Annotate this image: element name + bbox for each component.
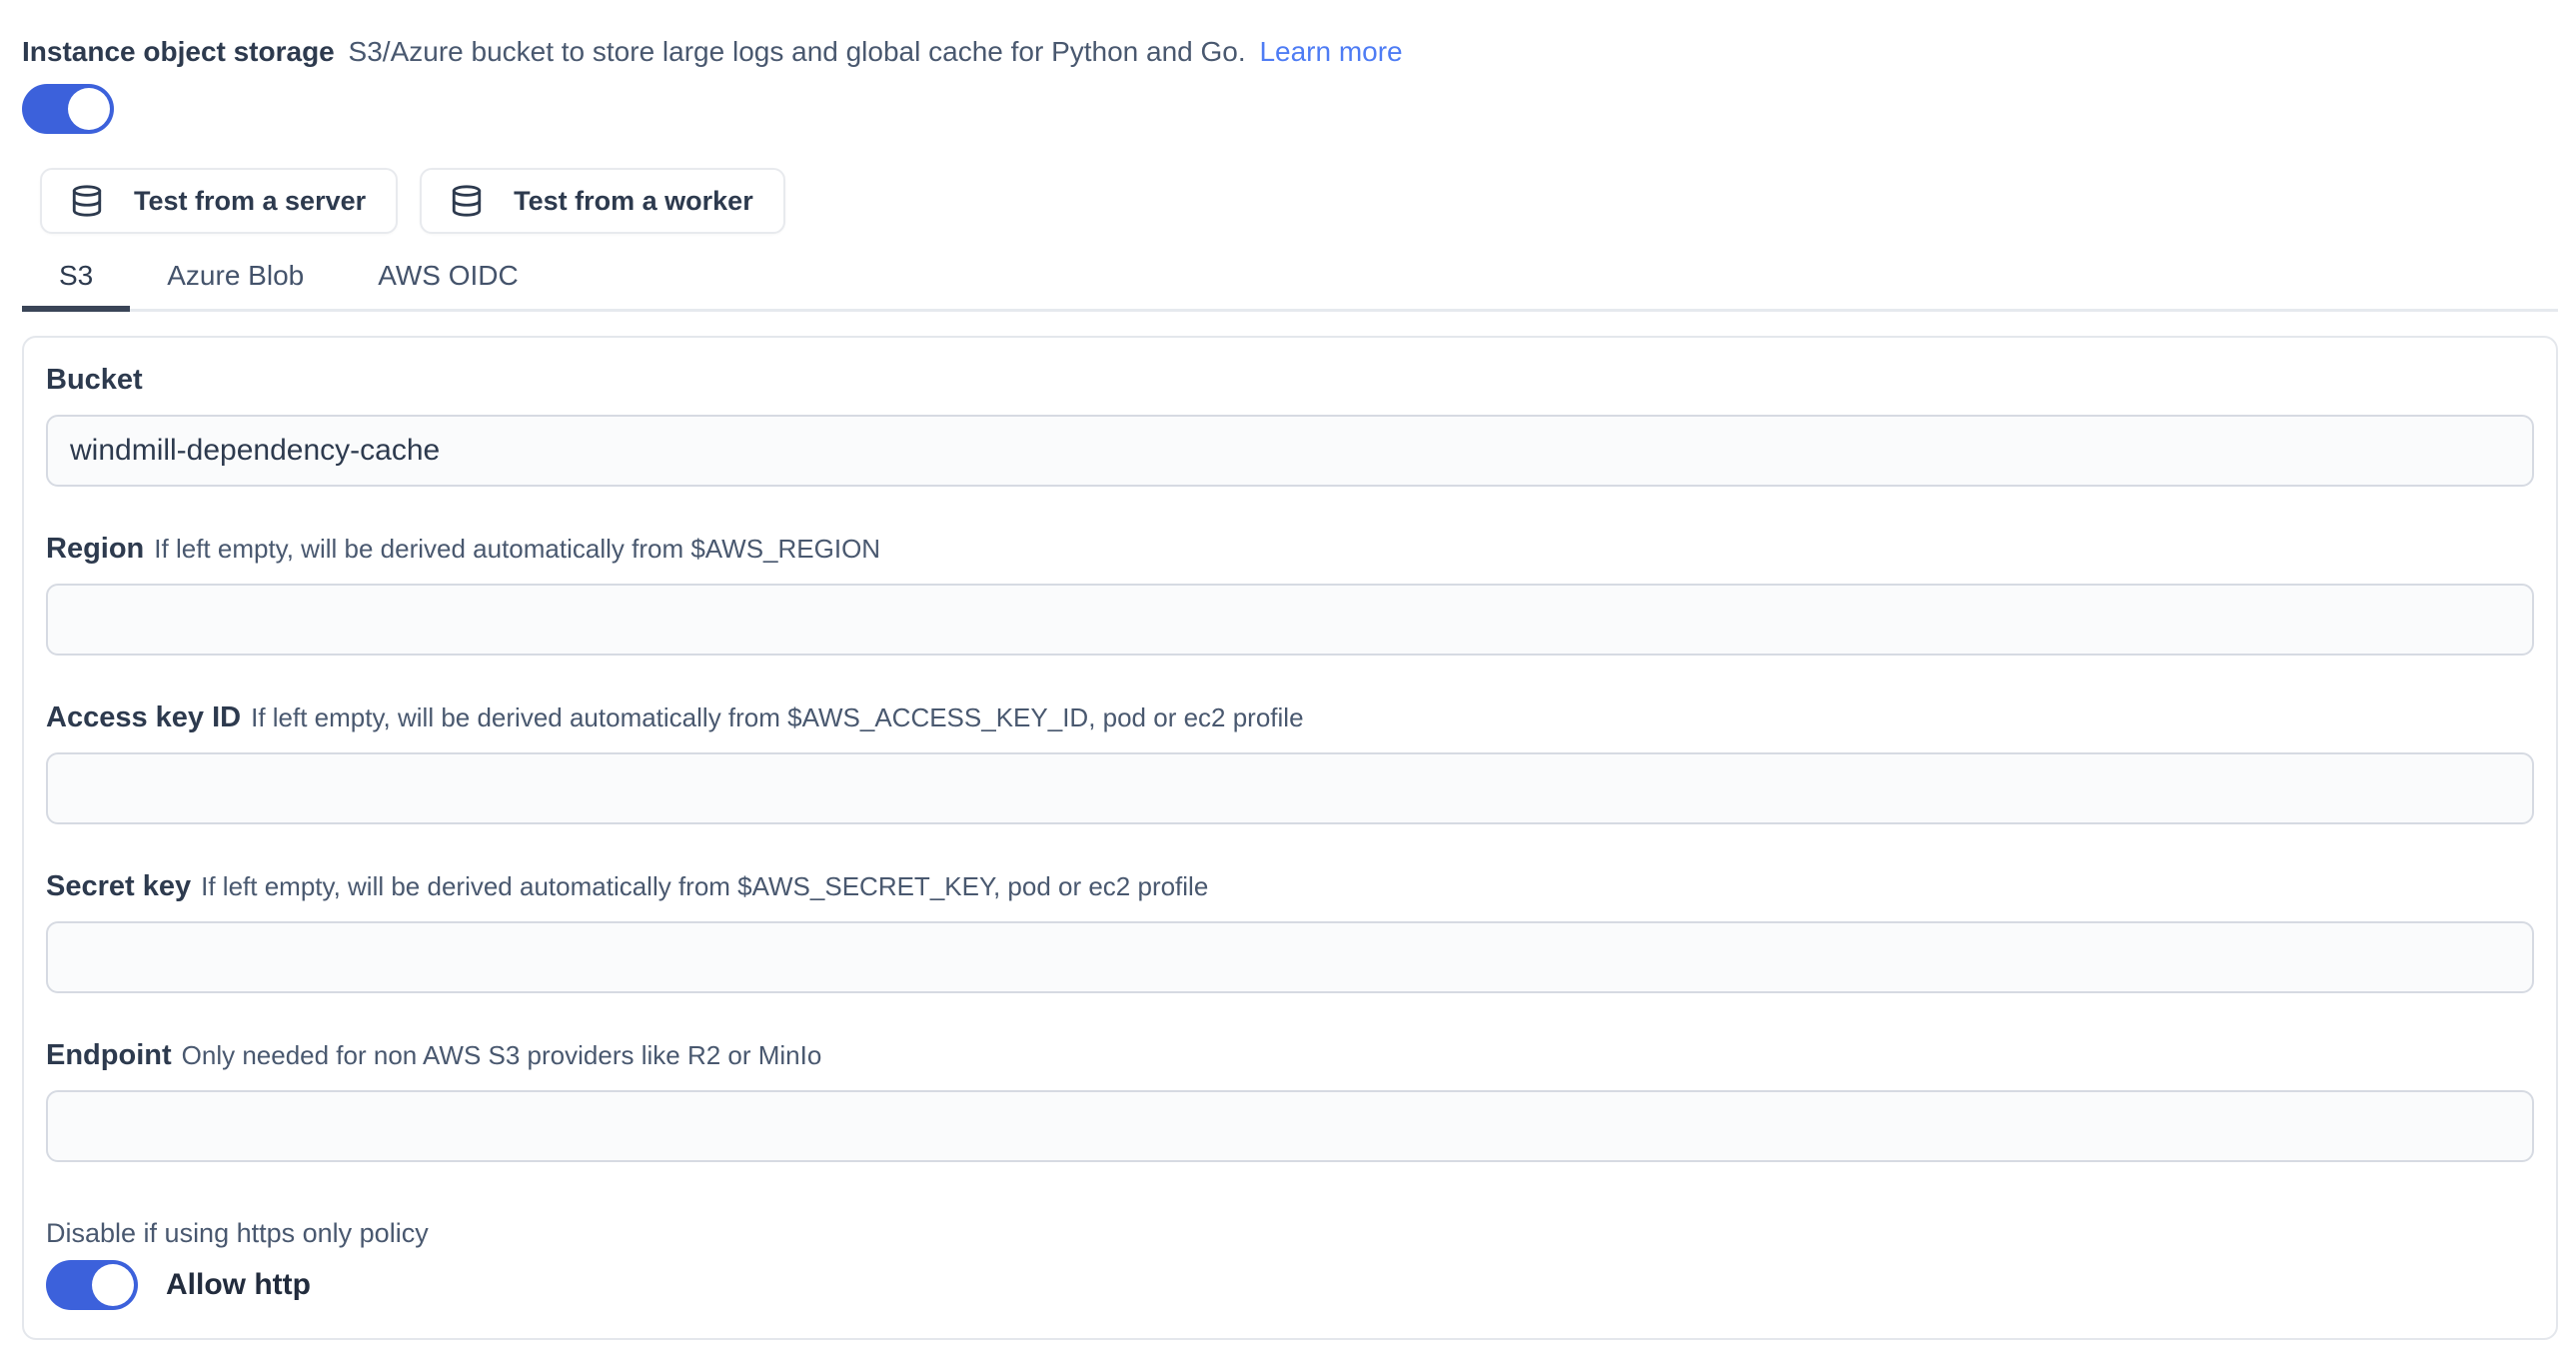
region-hint: If left empty, will be derived automatic… <box>154 534 880 564</box>
learn-more-link[interactable]: Learn more <box>1259 36 1402 67</box>
page-description: S3/Azure bucket to store large logs and … <box>349 36 1246 67</box>
test-from-server-label: Test from a server <box>134 186 366 217</box>
test-from-server-button[interactable]: Test from a server <box>40 168 398 234</box>
access-key-id-input[interactable] <box>46 752 2534 824</box>
bucket-field: Bucket <box>46 362 2534 487</box>
endpoint-input[interactable] <box>46 1090 2534 1162</box>
secret-key-input[interactable] <box>46 921 2534 993</box>
allow-http-label: Allow http <box>166 1268 311 1302</box>
allow-http-toggle[interactable] <box>46 1260 138 1310</box>
access-key-id-field: Access key ID If left empty, will be deri… <box>46 699 2534 824</box>
toggle-knob <box>68 88 110 130</box>
tab-s3[interactable]: S3 <box>22 248 130 312</box>
region-input[interactable] <box>46 584 2534 656</box>
bucket-label: Bucket <box>46 364 143 396</box>
tab-azure-blob[interactable]: Azure Blob <box>130 248 341 312</box>
header: Instance object storage S3/Azure bucket … <box>22 34 2558 70</box>
secret-key-hint: If left empty, will be derived automatic… <box>201 871 1208 901</box>
bucket-input[interactable] <box>46 415 2534 487</box>
secret-key-label: Secret key <box>46 870 191 902</box>
database-icon <box>450 184 484 218</box>
instance-object-storage-settings: Instance object storage S3/Azure bucket … <box>0 0 2576 1340</box>
storage-type-tabs: S3 Azure Blob AWS OIDC <box>22 248 2558 312</box>
region-field: Region If left empty, will be derived aut… <box>46 531 2534 656</box>
allow-http-section: Disable if using https only policy Allow… <box>46 1216 2534 1310</box>
test-buttons-row: Test from a server Test from a worker <box>40 168 2558 234</box>
database-icon <box>70 184 104 218</box>
tab-aws-oidc[interactable]: AWS OIDC <box>341 248 556 312</box>
region-label: Region <box>46 533 144 565</box>
test-from-worker-label: Test from a worker <box>514 186 753 217</box>
s3-settings-card: Bucket Region If left empty, will be deri… <box>22 336 2558 1340</box>
endpoint-field: Endpoint Only needed for non AWS S3 provi… <box>46 1037 2534 1162</box>
endpoint-label: Endpoint <box>46 1039 172 1071</box>
instance-object-storage-toggle[interactable] <box>22 84 114 134</box>
allow-http-note: Disable if using https only policy <box>46 1216 2534 1250</box>
page-title: Instance object storage <box>22 36 335 67</box>
endpoint-hint: Only needed for non AWS S3 providers lik… <box>182 1040 822 1070</box>
secret-key-field: Secret key If left empty, will be derived… <box>46 868 2534 993</box>
test-from-worker-button[interactable]: Test from a worker <box>420 168 785 234</box>
access-key-id-label: Access key ID <box>46 701 241 733</box>
access-key-id-hint: If left empty, will be derived automatic… <box>251 702 1303 732</box>
toggle-knob <box>92 1264 134 1306</box>
